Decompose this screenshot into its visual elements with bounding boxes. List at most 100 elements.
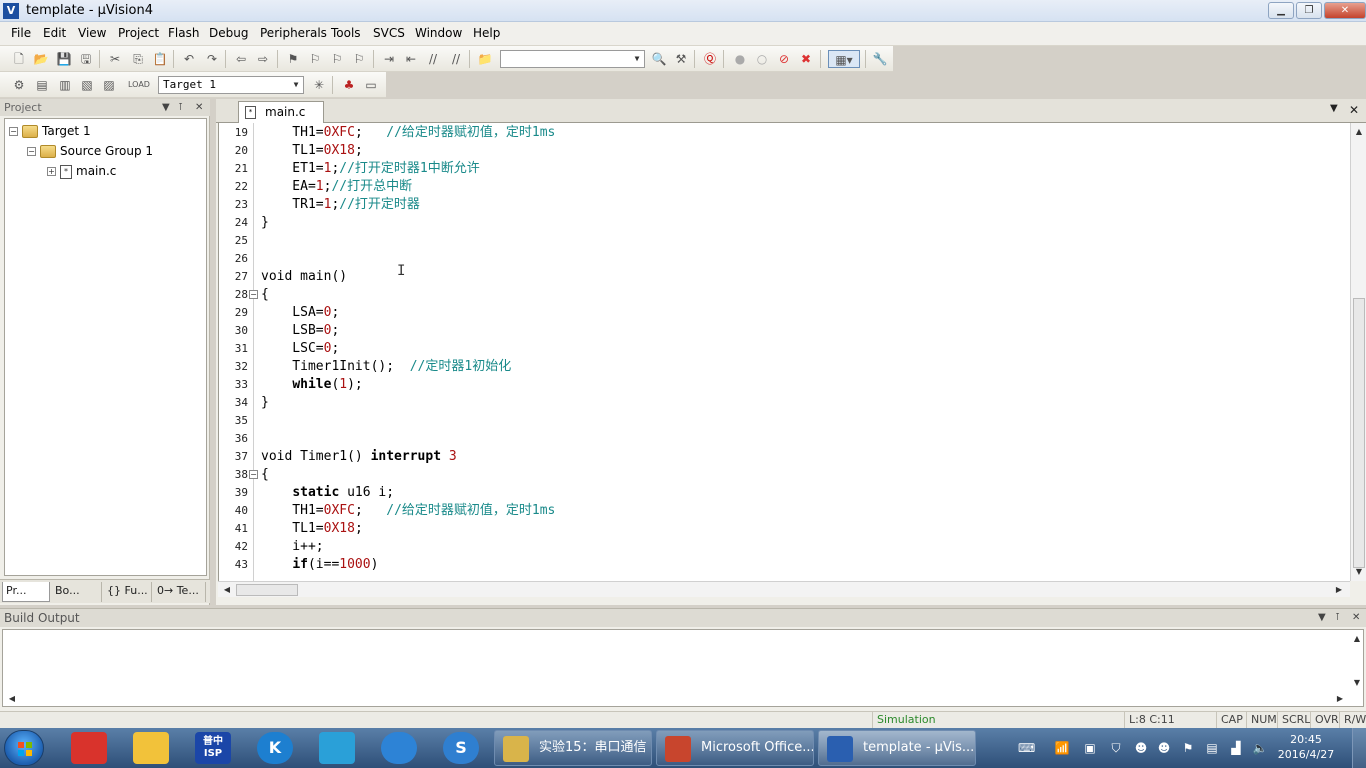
scroll-left-icon[interactable]: ◀: [5, 692, 19, 706]
panel-close-icon[interactable]: ✕: [195, 99, 203, 116]
expand-icon[interactable]: +: [47, 167, 56, 176]
new-file-icon[interactable]: 🗋: [10, 50, 28, 68]
panel-dropdown-icon[interactable]: ▼: [162, 99, 170, 116]
load-icon[interactable]: LOAD: [128, 76, 150, 94]
tab-functions[interactable]: {} Fu...: [104, 582, 152, 602]
menu-window[interactable]: Window: [412, 26, 465, 40]
find-in-files-icon[interactable]: 📁: [476, 50, 494, 68]
code-line[interactable]: LSA=0;: [261, 304, 339, 322]
isp-app-icon[interactable]: 普中 ISP: [195, 732, 231, 764]
task-uvision[interactable]: template - µVis...: [818, 730, 976, 766]
find-combo[interactable]: ▼: [500, 50, 645, 68]
code-line[interactable]: ET1=1;//打开定时器1中断允许: [261, 160, 479, 178]
wifi-icon[interactable]: 📶: [1054, 740, 1070, 756]
configure-icon[interactable]: 🔧: [871, 50, 889, 68]
tree-item-source-group[interactable]: − Source Group 1: [27, 142, 153, 160]
device-tray-icon[interactable]: ▤: [1204, 740, 1220, 756]
open-file-icon[interactable]: 📂: [32, 50, 50, 68]
signal-tray-icon[interactable]: ▟: [1228, 740, 1244, 756]
chevron-down-icon[interactable]: ▼: [631, 52, 643, 66]
panel-pin-icon[interactable]: ⊺: [178, 99, 183, 116]
menu-project[interactable]: Project: [115, 26, 162, 40]
close-tab-icon[interactable]: ✕: [1349, 103, 1359, 117]
keyboard-icon[interactable]: ⌨: [1018, 740, 1035, 756]
breakpoint-disable-icon[interactable]: ○: [753, 50, 771, 68]
target-options-icon[interactable]: ✳: [310, 76, 328, 94]
rebuild-icon[interactable]: ▥: [56, 76, 74, 94]
code-line[interactable]: {: [261, 286, 269, 304]
uvision-app-icon[interactable]: V: [3, 3, 19, 19]
code-line[interactable]: EA=1;//打开总中断: [261, 178, 412, 196]
menu-peripherals[interactable]: Peripherals: [257, 26, 330, 40]
debug-session-icon[interactable]: Ⓠ: [701, 50, 719, 68]
build-icon[interactable]: ▤: [33, 76, 51, 94]
tab-project[interactable]: Pr...: [2, 582, 50, 602]
menu-tools[interactable]: Tools: [328, 26, 364, 40]
horizontal-scroll-thumb[interactable]: [236, 584, 298, 596]
qq-app-icon[interactable]: [133, 732, 169, 764]
translate-icon[interactable]: ⚙: [10, 76, 28, 94]
scroll-down-icon[interactable]: ▼: [1350, 676, 1364, 690]
menu-view[interactable]: View: [75, 26, 109, 40]
code-line[interactable]: LSB=0;: [261, 322, 339, 340]
keil-k-app-icon[interactable]: K: [257, 732, 293, 764]
qq-tray-icon[interactable]: ☻: [1133, 740, 1149, 756]
prev-bookmark-icon[interactable]: ⚐: [306, 50, 324, 68]
editor-vertical-scrollbar[interactable]: ▲ ▼: [1350, 123, 1366, 581]
code-line[interactable]: TR1=1;//打开定时器: [261, 196, 420, 214]
panel-pin-icon[interactable]: ⊺: [1335, 609, 1340, 627]
clock[interactable]: 20:45 2016/4/27: [1276, 732, 1336, 762]
code-line[interactable]: {: [261, 466, 269, 484]
menu-help[interactable]: Help: [470, 26, 503, 40]
close-button[interactable]: ✕: [1324, 2, 1366, 19]
fold-collapse-icon[interactable]: −: [249, 290, 258, 299]
code-line[interactable]: void Timer1() interrupt 3: [261, 448, 457, 466]
scroll-right-icon[interactable]: ▶: [1333, 692, 1347, 706]
collapse-icon[interactable]: −: [9, 127, 18, 136]
unindent-icon[interactable]: ⇤: [402, 50, 420, 68]
bookmark-icon[interactable]: ⚑: [284, 50, 302, 68]
save-all-icon[interactable]: 🖫: [77, 50, 95, 68]
pinned-app-icon[interactable]: [71, 732, 107, 764]
code-line[interactable]: }: [261, 394, 269, 412]
find-icon[interactable]: 🔍: [650, 50, 668, 68]
disable-all-breakpoints-icon[interactable]: ⊘: [775, 50, 793, 68]
nav-forward-icon[interactable]: ⇨: [254, 50, 272, 68]
tab-templates[interactable]: 0→ Te...: [154, 582, 206, 602]
code-editor[interactable]: 19 20 21 22 23 24 25 26 27 28 29 30 31 32 33 34 35 36 37 38…: [218, 123, 1350, 581]
panel-close-icon[interactable]: ✕: [1352, 609, 1360, 627]
maximize-button[interactable]: ❐: [1296, 2, 1322, 19]
code-line[interactable]: }: [261, 214, 269, 232]
undo-icon[interactable]: ↶: [180, 50, 198, 68]
task-serial-experiment[interactable]: 实验15：串口通信: [494, 730, 652, 766]
scroll-up-icon[interactable]: ▲: [1352, 125, 1366, 139]
copy-icon[interactable]: ⎘: [129, 50, 147, 68]
task-microsoft-office[interactable]: Microsoft Office...: [656, 730, 814, 766]
kill-all-breakpoints-icon[interactable]: ✖: [797, 50, 815, 68]
uncomment-icon[interactable]: //: [447, 50, 465, 68]
cut-icon[interactable]: ✂: [106, 50, 124, 68]
network-monitor-icon[interactable]: ▣: [1082, 740, 1098, 756]
save-icon[interactable]: 💾: [55, 50, 73, 68]
menu-svcs[interactable]: SVCS: [370, 26, 408, 40]
nav-back-icon[interactable]: ⇦: [232, 50, 250, 68]
scroll-left-icon[interactable]: ◀: [220, 583, 234, 597]
comment-icon[interactable]: //: [424, 50, 442, 68]
code-line[interactable]: TH1=0XFC; //给定时器赋初值，定时1ms: [261, 124, 555, 142]
incremental-find-icon[interactable]: ⚒: [672, 50, 690, 68]
breakpoint-icon[interactable]: ●: [731, 50, 749, 68]
indent-icon[interactable]: ⇥: [380, 50, 398, 68]
redo-icon[interactable]: ↷: [203, 50, 221, 68]
paste-icon[interactable]: 📋: [151, 50, 169, 68]
menu-file[interactable]: File: [8, 26, 34, 40]
stop-build-icon[interactable]: ▨: [100, 76, 118, 94]
security-shield-icon[interactable]: ⛉: [1108, 740, 1124, 756]
code-line[interactable]: TH1=0XFC; //给定时器赋初值，定时1ms: [261, 502, 555, 520]
clear-bookmarks-icon[interactable]: ⚐: [350, 50, 368, 68]
vertical-scroll-thumb[interactable]: [1353, 298, 1365, 568]
qq-tray-icon-2[interactable]: ☻: [1156, 740, 1172, 756]
code-line[interactable]: TL1=0X18;: [261, 142, 362, 160]
flag-tray-icon[interactable]: ⚑: [1180, 740, 1196, 756]
tab-main-c[interactable]: * main.c: [238, 101, 324, 123]
code-line[interactable]: while(1);: [261, 376, 362, 394]
